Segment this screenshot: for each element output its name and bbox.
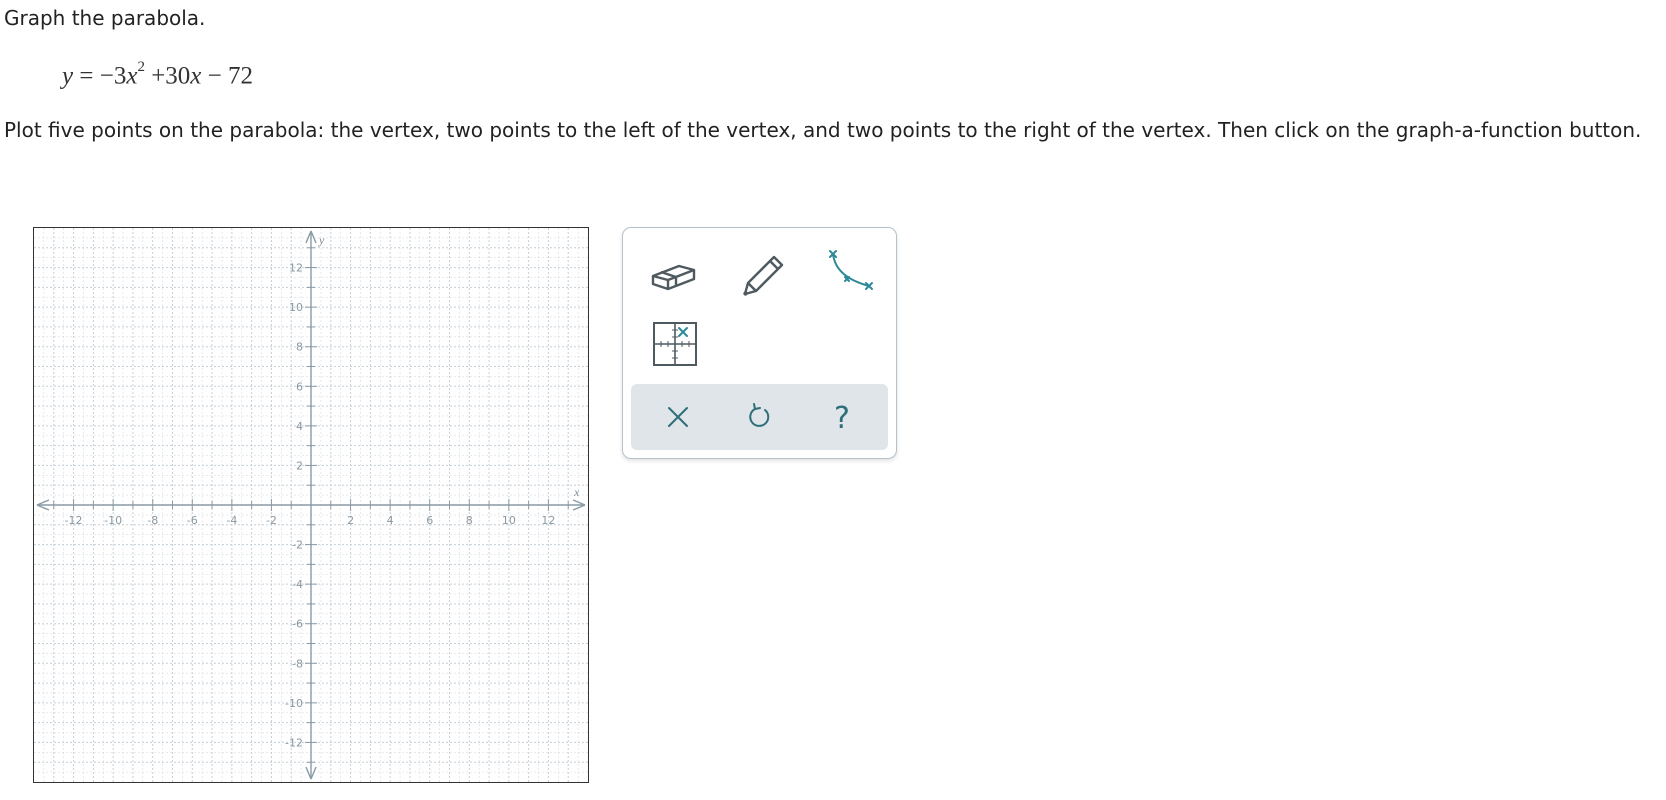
eq-constant: 72 [228, 62, 254, 90]
coordinate-plane[interactable]: -12 -10 -8 -6 -4 -2 2 4 6 8 10 12 12 10 8 6 4 2 -2 -4 -6 -8 -1… [34, 228, 588, 782]
x-tick-label: -4 [226, 514, 237, 527]
y-tick-label: -4 [292, 578, 303, 591]
undo-button[interactable] [735, 392, 785, 442]
eq-var1: x [126, 62, 138, 90]
x-tick-label: 8 [466, 514, 473, 527]
pencil-tool-button[interactable] [735, 246, 791, 302]
grid-point-icon [653, 322, 697, 366]
eq-coef-b: 30 [165, 62, 191, 90]
y-tick-label: -8 [292, 657, 303, 670]
help-icon: ? [834, 401, 850, 436]
graph-a-function-button[interactable] [823, 246, 879, 302]
graphing-toolbox: ? [622, 227, 897, 459]
x-tick-label: -8 [147, 514, 158, 527]
parabola-equation: y = −3x2 +30x − 72 [62, 59, 254, 90]
y-tick-label: -6 [292, 618, 303, 631]
toolbox-actions-bar: ? [631, 384, 888, 450]
help-button[interactable]: ? [817, 392, 867, 442]
eq-plus: + [151, 62, 166, 90]
x-tick-label: 6 [426, 514, 433, 527]
clear-icon [668, 407, 688, 427]
eraser-tool-button[interactable] [647, 246, 703, 302]
y-tick-label: 6 [296, 380, 303, 393]
y-tick-label: 2 [296, 459, 303, 472]
instructions-text: Plot five points on the parabola: the ve… [4, 118, 1642, 142]
eq-lhs: y [62, 62, 74, 90]
x-tick-label: 10 [502, 514, 516, 527]
eq-minus: − [99, 62, 114, 90]
y-tick-label: 12 [289, 262, 303, 275]
eq-var2: x [190, 62, 202, 90]
x-axis-label: x [573, 485, 580, 499]
x-tick-label: 4 [387, 514, 394, 527]
eq-coef-a: 3 [113, 62, 127, 90]
x-tick-label: -6 [187, 514, 198, 527]
y-axis-label: y [318, 233, 325, 247]
x-tick-label: 2 [347, 514, 354, 527]
graph-a-function-icon [829, 250, 873, 290]
y-tick-label: 10 [289, 301, 303, 314]
clear-all-button[interactable] [653, 392, 703, 442]
eq-exponent: 2 [137, 59, 145, 75]
y-tick-label: 8 [296, 341, 303, 354]
eq-minus2: − [207, 62, 222, 90]
y-tick-label: -10 [285, 697, 303, 710]
y-tick-label: -2 [292, 539, 303, 552]
eraser-icon [651, 264, 696, 291]
x-tick-label: -10 [104, 514, 122, 527]
x-tick-label: 12 [541, 514, 555, 527]
undo-icon [749, 403, 770, 427]
x-tick-label: -2 [266, 514, 277, 527]
pencil-icon [743, 255, 784, 296]
question-prompt: Graph the parabola. [4, 6, 206, 30]
y-tick-label: 4 [296, 420, 303, 433]
help-glyph: ? [834, 401, 850, 436]
eq-equals: = [79, 62, 94, 90]
plot-point-tool-button[interactable] [647, 316, 703, 372]
x-tick-label: -12 [65, 514, 83, 527]
graphing-area[interactable]: -12 -10 -8 -6 -4 -2 2 4 6 8 10 12 12 10 8 6 4 2 -2 -4 -6 -8 -1… [33, 227, 589, 783]
y-tick-label: -12 [285, 736, 303, 749]
